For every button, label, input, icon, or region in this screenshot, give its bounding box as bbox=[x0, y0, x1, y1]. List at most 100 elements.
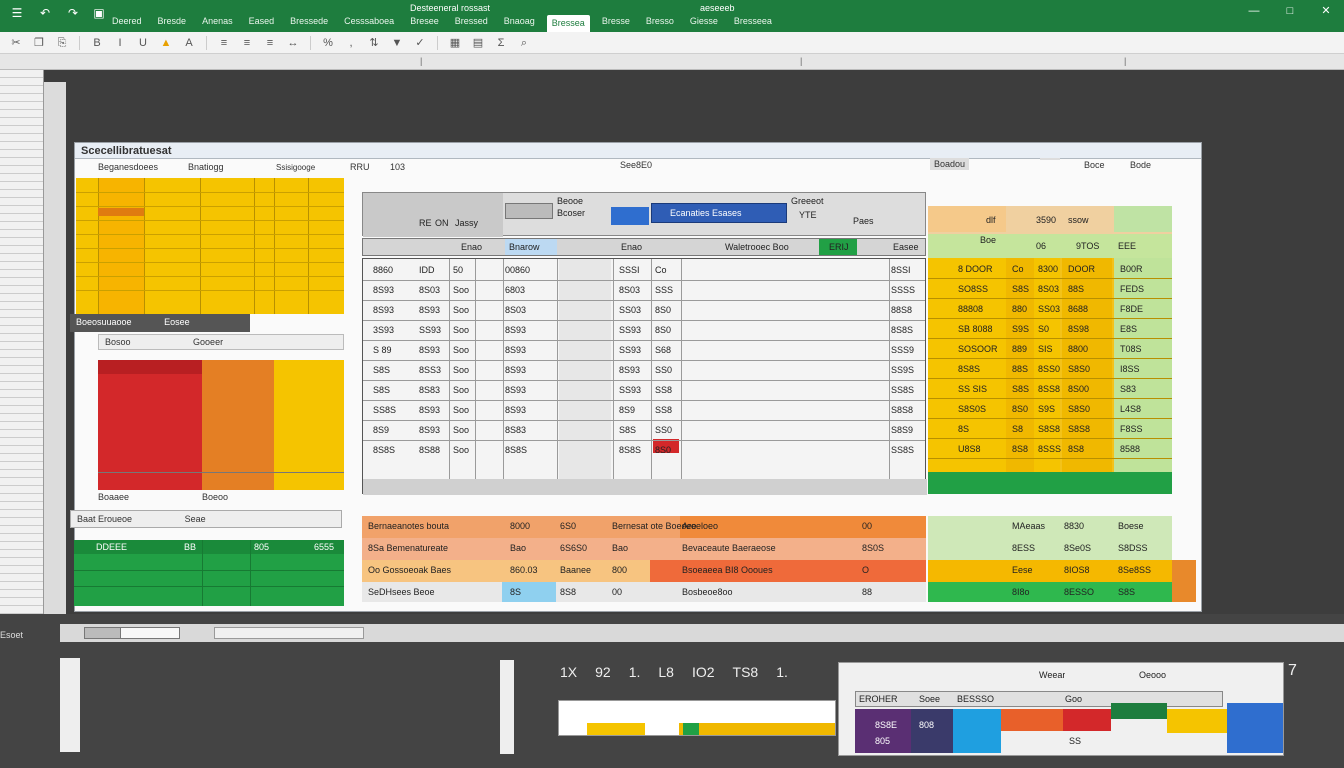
right-header[interactable]: Boe bbox=[980, 236, 996, 245]
table-cell[interactable]: 8SS0 bbox=[1038, 365, 1060, 374]
table-cell[interactable]: 8S93 bbox=[373, 286, 394, 295]
table-cell[interactable]: 8SS3 bbox=[419, 366, 441, 375]
table-cell[interactable]: 88808 bbox=[958, 305, 983, 314]
table-cell[interactable]: 8S88 bbox=[419, 446, 440, 455]
check-icon[interactable]: ✓ bbox=[410, 35, 430, 51]
table-cell[interactable]: 8S93 bbox=[505, 326, 526, 335]
header-cell[interactable]: Bnatiogg bbox=[188, 162, 224, 172]
table-cell[interactable]: 8S03 bbox=[505, 306, 526, 315]
table-cell[interactable]: SS03 bbox=[619, 306, 641, 315]
summary-cell[interactable]: 8S bbox=[510, 588, 521, 597]
table-cell[interactable]: Soo bbox=[453, 406, 469, 415]
header-cell[interactable]: 103 bbox=[390, 162, 405, 172]
table-cell[interactable]: 8S8 bbox=[1012, 445, 1028, 454]
row-header[interactable] bbox=[0, 414, 43, 422]
table-cell[interactable]: 8688 bbox=[1068, 305, 1088, 314]
row-header[interactable] bbox=[0, 486, 43, 494]
row-header[interactable] bbox=[0, 326, 43, 334]
comma-icon[interactable]: , bbox=[341, 35, 361, 51]
row-header[interactable] bbox=[0, 334, 43, 342]
row-header[interactable] bbox=[0, 286, 43, 294]
column-header[interactable]: Bnarow bbox=[509, 243, 540, 252]
align-center-icon[interactable]: ≡ bbox=[237, 35, 257, 51]
row-header[interactable] bbox=[0, 270, 43, 278]
blue-tab[interactable] bbox=[611, 207, 649, 225]
summary-cell[interactable]: 860.03 bbox=[510, 566, 538, 575]
table-cell[interactable]: SIS bbox=[1038, 345, 1053, 354]
row-header[interactable] bbox=[0, 134, 43, 142]
table-cell[interactable]: SS SIS bbox=[958, 385, 987, 394]
row-header[interactable] bbox=[0, 438, 43, 446]
table-cell[interactable]: Soo bbox=[453, 306, 469, 315]
copy-icon[interactable]: ❐ bbox=[29, 35, 49, 51]
table-cell[interactable]: S8S8 bbox=[1068, 425, 1090, 434]
table-cell[interactable]: 8S83 bbox=[505, 426, 526, 435]
save-icon[interactable]: ▣ bbox=[88, 6, 110, 24]
row-header[interactable] bbox=[0, 110, 43, 118]
table-cell[interactable]: S9S bbox=[1012, 325, 1029, 334]
summary-cell[interactable]: 8830 bbox=[1064, 522, 1084, 531]
table-cell[interactable]: 8S0 bbox=[655, 326, 671, 335]
sheet-tab[interactable] bbox=[120, 627, 180, 639]
table-cell[interactable]: 8S0 bbox=[1012, 405, 1028, 414]
row-header[interactable] bbox=[0, 390, 43, 398]
secondary-pane[interactable]: Weear Oeooo EROHER Soee BESSSO Goo 8S8E … bbox=[838, 662, 1284, 756]
paste-icon[interactable]: ⎘ bbox=[52, 35, 72, 51]
summary-cell[interactable]: 8000 bbox=[510, 522, 530, 531]
table-cell[interactable]: Soo bbox=[453, 326, 469, 335]
right-data-table[interactable]: 8 DOOR Co 8300 DOOR B00R SO8SS S8S 8S03 88S FEDS 8… bbox=[928, 258, 1172, 494]
column-header[interactable]: Enao bbox=[461, 243, 482, 252]
row-header[interactable] bbox=[0, 382, 43, 390]
row-header[interactable] bbox=[0, 526, 43, 534]
summary-cell[interactable]: Bao bbox=[612, 544, 628, 553]
table-cell[interactable]: SO8SS bbox=[958, 285, 988, 294]
row-header[interactable] bbox=[0, 462, 43, 470]
summary-band[interactable]: Bernaeanotes bouta 8000 6S0 Bernesat ote Bo… bbox=[362, 516, 1196, 602]
minimize-icon[interactable]: — bbox=[1236, 0, 1272, 22]
table-cell[interactable]: F8DE bbox=[1120, 305, 1143, 314]
table-cell[interactable]: Soo bbox=[453, 286, 469, 295]
table-cell[interactable]: 8S9 bbox=[619, 406, 635, 415]
table-cell[interactable]: S8S0 bbox=[1068, 365, 1090, 374]
merge-icon[interactable]: ↔ bbox=[283, 35, 303, 51]
row-header[interactable] bbox=[0, 566, 43, 574]
table-cell[interactable]: SS8 bbox=[655, 386, 672, 395]
table-cell[interactable]: Soo bbox=[453, 426, 469, 435]
table-cell[interactable]: 3S93 bbox=[373, 326, 394, 335]
table-cell[interactable]: IDD bbox=[419, 266, 435, 275]
table-cell[interactable]: S83 bbox=[1120, 385, 1136, 394]
table-cell[interactable]: Soo bbox=[453, 386, 469, 395]
chart-icon[interactable]: ▤ bbox=[468, 35, 488, 51]
app-menu-icon[interactable]: ☰ bbox=[6, 6, 28, 24]
summary-cell[interactable]: 00 bbox=[612, 588, 622, 597]
table-icon[interactable]: ▦ bbox=[445, 35, 465, 51]
table-cell[interactable]: S68 bbox=[655, 346, 671, 355]
row-header[interactable] bbox=[0, 182, 43, 190]
table-cell[interactable]: 8S93 bbox=[505, 346, 526, 355]
row-header[interactable] bbox=[0, 190, 43, 198]
row-header[interactable] bbox=[0, 558, 43, 566]
table-cell[interactable]: SSSS bbox=[891, 286, 915, 295]
row-header[interactable] bbox=[0, 542, 43, 550]
row-header[interactable] bbox=[0, 422, 43, 430]
summary-cell[interactable]: Baanee bbox=[560, 566, 591, 575]
table-cell[interactable]: SS9S bbox=[891, 366, 914, 375]
table-cell[interactable]: U8S8 bbox=[958, 445, 981, 454]
row-header[interactable] bbox=[0, 102, 43, 110]
summary-cell[interactable]: S8DSS bbox=[1118, 544, 1148, 553]
table-cell[interactable]: Soo bbox=[453, 446, 469, 455]
summary-cell[interactable]: SeDHsees Beoe bbox=[368, 588, 435, 597]
find-icon[interactable]: ⌕ bbox=[514, 35, 534, 51]
table-cell[interactable]: SS93 bbox=[619, 386, 641, 395]
table-cell[interactable]: S 89 bbox=[373, 346, 392, 355]
row-header[interactable] bbox=[0, 350, 43, 358]
sheet-tab[interactable] bbox=[214, 627, 364, 639]
maximize-icon[interactable]: □ bbox=[1272, 0, 1308, 22]
row-header[interactable] bbox=[0, 518, 43, 526]
summary-cell[interactable]: Bosbeoe8oo bbox=[682, 588, 733, 597]
table-cell[interactable]: 00860 bbox=[505, 266, 530, 275]
row-header[interactable] bbox=[0, 430, 43, 438]
filter-icon[interactable]: ▼ bbox=[387, 35, 407, 51]
name-box[interactable]: Boadou bbox=[930, 158, 970, 170]
header-cell[interactable]: Boce bbox=[1084, 160, 1105, 170]
